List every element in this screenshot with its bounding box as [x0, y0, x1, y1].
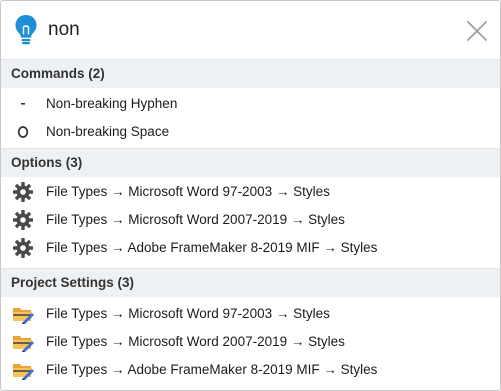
- section-title: Options: [11, 155, 62, 170]
- section-title: Commands: [11, 66, 85, 81]
- section-header-commands: Commands (2): [1, 59, 500, 88]
- project-settings-icon: [12, 360, 34, 380]
- result-option-word-97-2003[interactable]: File Types → Microsoft Word 97-2003 → St…: [1, 178, 500, 206]
- result-option-framemaker-mif[interactable]: File Types → Adobe FrameMaker 8-2019 MIF…: [1, 234, 500, 262]
- project-settings-icon: [12, 332, 34, 352]
- result-non-breaking-hyphen[interactable]: Non-breaking Hyphen: [1, 90, 500, 118]
- result-label: File Types → Adobe FrameMaker 8-2019 MIF…: [46, 240, 378, 255]
- section-count: (3): [117, 275, 135, 290]
- gear-icon: [12, 210, 34, 230]
- result-label: File Types → Adobe FrameMaker 8-2019 MIF…: [46, 362, 378, 377]
- search-input[interactable]: [48, 14, 428, 46]
- section-count: (3): [65, 155, 83, 170]
- result-non-breaking-space[interactable]: Non-breaking Space: [1, 118, 500, 146]
- result-project-framemaker-mif[interactable]: File Types → Adobe FrameMaker 8-2019 MIF…: [1, 356, 500, 384]
- section-header-project-settings: Project Settings (3): [1, 268, 500, 297]
- result-label: Non-breaking Hyphen: [46, 96, 178, 111]
- result-option-word-2007-2019[interactable]: File Types → Microsoft Word 2007-2019 → …: [1, 206, 500, 234]
- project-settings-icon: [12, 304, 34, 324]
- close-icon[interactable]: [466, 20, 488, 42]
- circle-o-icon: [12, 122, 34, 142]
- section-header-options: Options (3): [1, 148, 500, 177]
- result-label: Non-breaking Space: [46, 124, 170, 139]
- result-label: File Types → Microsoft Word 97-2003 → St…: [46, 184, 330, 199]
- section-title: Project Settings: [11, 275, 114, 290]
- search-panel: Commands (2) Non-breaking Hyphen Non-bre…: [0, 0, 501, 391]
- lightbulb-icon: [15, 15, 37, 45]
- result-project-word-2007-2019[interactable]: File Types → Microsoft Word 2007-2019 → …: [1, 328, 500, 356]
- result-label: File Types → Microsoft Word 2007-2019 → …: [46, 334, 345, 349]
- result-label: File Types → Microsoft Word 2007-2019 → …: [46, 212, 345, 227]
- search-bar: [1, 1, 500, 59]
- result-project-word-97-2003[interactable]: File Types → Microsoft Word 97-2003 → St…: [1, 300, 500, 328]
- gear-icon: [12, 238, 34, 258]
- result-label: File Types → Microsoft Word 97-2003 → St…: [46, 306, 330, 321]
- hyphen-icon: [12, 94, 34, 114]
- gear-icon: [12, 182, 34, 202]
- section-count: (2): [88, 66, 105, 81]
